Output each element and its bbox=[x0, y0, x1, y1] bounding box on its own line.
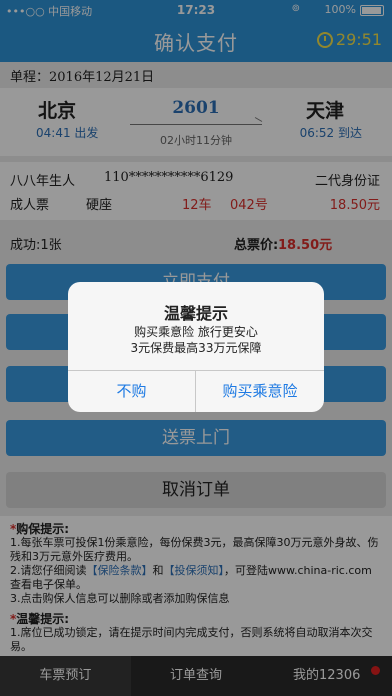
dialog-line-2: 3元保费最高33万元保障 bbox=[130, 341, 262, 355]
buy-insurance-button[interactable]: 购买乘意险 bbox=[196, 371, 324, 412]
decline-insurance-button[interactable]: 不购 bbox=[68, 371, 195, 412]
insurance-dialog: 温馨提示 购买乘意险 旅行更安心 3元保费最高33万元保障 不购 购买乘意险 bbox=[68, 282, 324, 412]
dialog-line-1: 购买乘意险 旅行更安心 bbox=[134, 325, 258, 339]
dialog-title: 温馨提示 bbox=[163, 304, 228, 323]
dialog-message: 购买乘意险 旅行更安心 3元保费最高33万元保障 bbox=[68, 324, 324, 356]
